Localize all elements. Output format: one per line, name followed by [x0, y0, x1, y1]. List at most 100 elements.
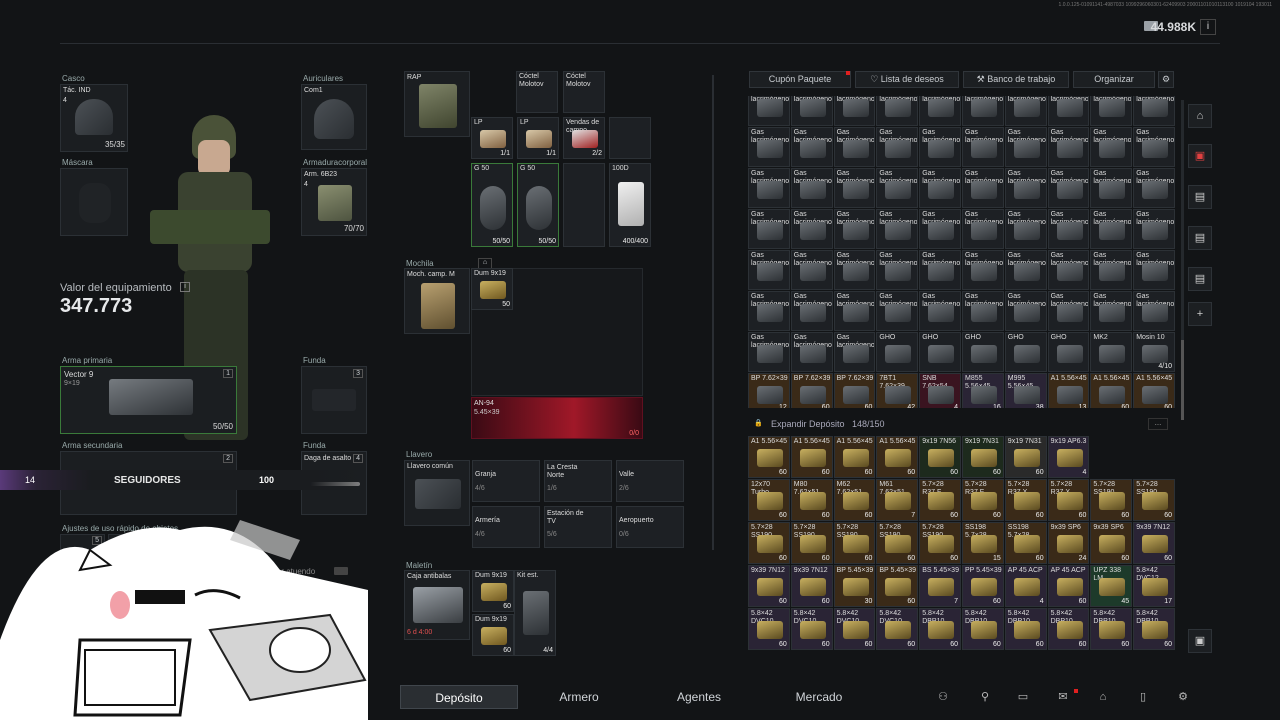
- stash-item[interactable]: Gas lacrimógeno: [1090, 250, 1133, 290]
- stash-item[interactable]: AP 45 ACP 60: [1047, 565, 1090, 607]
- stash-item[interactable]: Gas lacrimógeno: [790, 127, 833, 167]
- stash-item[interactable]: GHO: [1047, 332, 1090, 372]
- nav-agents-tab[interactable]: Agentes: [640, 685, 758, 709]
- stash-item[interactable]: 5.7×28 SS19060: [1090, 479, 1133, 521]
- rig-item-molotov-1[interactable]: Cóctel Molotov: [516, 71, 558, 113]
- stash-item[interactable]: GHO: [1004, 332, 1047, 372]
- headset-slot[interactable]: Com1: [301, 84, 367, 150]
- stash-item[interactable]: A1 5.56×45 13: [1047, 373, 1090, 408]
- helmet-slot[interactable]: Tác. IND 4 35/35: [60, 84, 128, 152]
- stash-item[interactable]: Gas lacrimógeno: [962, 291, 1004, 331]
- stash-item[interactable]: GHO: [876, 332, 919, 372]
- rig-item-lp-1[interactable]: LP 1/1: [471, 117, 513, 159]
- stash-item[interactable]: 5.8×42 DVC1060: [790, 608, 833, 650]
- rig-slot[interactable]: RAP: [404, 71, 470, 137]
- stash-item[interactable]: Gas lacrimógeno: [876, 291, 919, 331]
- stash-item[interactable]: 5.8×42 DVC1060: [876, 608, 919, 650]
- side-box-button-1[interactable]: ▤: [1188, 185, 1212, 209]
- stash-item[interactable]: 9x19 AP6.3 4: [1047, 436, 1090, 478]
- side-bottom-button[interactable]: ▣: [1188, 629, 1212, 653]
- side-stash-button[interactable]: ▣: [1188, 144, 1212, 168]
- stash-item[interactable]: Gas lacrimógeno: [1090, 291, 1133, 331]
- stash-item[interactable]: M995 5.56×4538: [1004, 373, 1047, 408]
- key-slot-valle[interactable]: Valle 2/6: [616, 460, 684, 502]
- stash-item[interactable]: Gas lacrimógeno: [833, 168, 876, 208]
- stash-item[interactable]: 5.7×28 SS19060: [919, 522, 961, 564]
- stash-item[interactable]: Gas lacrimógeno: [1047, 291, 1090, 331]
- stash-item[interactable]: Gas lacrimógeno: [919, 96, 961, 126]
- key-slot-armeria[interactable]: Armería 4/6: [472, 506, 540, 548]
- shop-icon[interactable]: ⌂: [1096, 690, 1110, 704]
- primary-weapon-slot[interactable]: Vector 9 9×19 1 50/50: [60, 366, 237, 434]
- expand-more-button[interactable]: ...: [1148, 418, 1168, 430]
- stash-item[interactable]: Gas lacrimógeno: [1047, 250, 1090, 290]
- stash-item[interactable]: Gas lacrimógeno: [1047, 96, 1090, 126]
- stash-item[interactable]: Gas lacrimógeno: [833, 209, 876, 249]
- stash-item[interactable]: BP 5.45×39 60: [876, 565, 919, 607]
- stash-item[interactable]: Gas lacrimógeno: [1133, 291, 1175, 331]
- stash-item[interactable]: 5.8×42 DBP1060: [1004, 608, 1047, 650]
- side-box-button-3[interactable]: ▤: [1188, 267, 1212, 291]
- holster1-slot[interactable]: 3: [301, 366, 367, 434]
- side-add-button[interactable]: +: [1188, 302, 1212, 326]
- stash-item[interactable]: Gas lacrimógeno: [1090, 127, 1133, 167]
- mail-icon[interactable]: ✉: [1056, 690, 1070, 704]
- backpack-slot[interactable]: Moch. camp. M: [404, 268, 470, 334]
- stash-item[interactable]: Gas lacrimógeno: [919, 209, 961, 249]
- stash-item[interactable]: Gas lacrimógeno: [919, 291, 961, 331]
- side-home-button[interactable]: ⌂: [1188, 104, 1212, 128]
- mask-slot[interactable]: [60, 168, 128, 236]
- squad-icon[interactable]: ⚇: [936, 690, 950, 704]
- stash-item[interactable]: Gas lacrimógeno: [1133, 209, 1175, 249]
- stash-item[interactable]: Gas lacrimógeno: [1004, 209, 1047, 249]
- stash-item[interactable]: Gas lacrimógeno: [833, 127, 876, 167]
- stash-item[interactable]: Gas lacrimógeno: [1090, 168, 1133, 208]
- rig-item-bandage[interactable]: Vendas de campo2/2: [563, 117, 605, 159]
- stash-item[interactable]: 5.8×42 DBP1060: [1047, 608, 1090, 650]
- stash-item[interactable]: 9x19 7N56 60: [919, 436, 961, 478]
- stash-item[interactable]: Gas lacrimógeno: [1090, 96, 1133, 126]
- stash-item[interactable]: Gas lacrimógeno: [1047, 127, 1090, 167]
- case-slot[interactable]: Caja antibalas 6 d 4:00: [404, 570, 470, 640]
- document-icon[interactable]: ▯: [1136, 690, 1150, 704]
- stash-item[interactable]: 5.7×28 R37.X60: [1004, 479, 1047, 521]
- stash-item[interactable]: 9x19 7N31 60: [1004, 436, 1047, 478]
- stash-item[interactable]: 5.7×28 SS19060: [748, 522, 790, 564]
- stash-item[interactable]: 7BT1 7.62×3942: [876, 373, 919, 408]
- key-slot-granja[interactable]: Granja 4/6: [472, 460, 540, 502]
- stash-item[interactable]: Gas lacrimógeno: [1004, 250, 1047, 290]
- stash-item[interactable]: A1 5.56×45 60: [748, 436, 790, 478]
- stash-item[interactable]: Gas lacrimógeno: [962, 168, 1004, 208]
- stash-item[interactable]: Gas lacrimógeno: [919, 168, 961, 208]
- stash-item[interactable]: BP 7.62×39 60: [833, 373, 876, 408]
- stash-item[interactable]: 5.8×42 DBP1060: [962, 608, 1004, 650]
- stash-item[interactable]: SNB 7.62×544: [919, 373, 961, 408]
- rig-item-g50-2[interactable]: G 50 50/50: [517, 163, 559, 247]
- stash-item[interactable]: BP 5.45×39 30: [833, 565, 876, 607]
- settings-gear-icon[interactable]: ⚙: [1176, 690, 1190, 704]
- stash-item[interactable]: Gas lacrimógeno: [1047, 209, 1090, 249]
- stash-item[interactable]: 9x19 7N31 60: [962, 436, 1004, 478]
- case-item-dum-1[interactable]: Dum 9x19 60: [472, 570, 514, 612]
- stash-item[interactable]: 9x39 SP6 60: [1090, 522, 1133, 564]
- stash-item[interactable]: Gas lacrimógeno: [833, 332, 876, 372]
- stash-item[interactable]: SS198 5.7×2815: [962, 522, 1004, 564]
- stash-item[interactable]: Gas lacrimógeno: [1004, 291, 1047, 331]
- stash-item[interactable]: Gas lacrimógeno: [748, 332, 790, 372]
- stash-item[interactable]: 9x39 SP6 24: [1047, 522, 1090, 564]
- stash-item[interactable]: GHO: [919, 332, 961, 372]
- stash-item[interactable]: 5.8×42 DBP1060: [919, 608, 961, 650]
- stash-item[interactable]: 9x39 7N12 60: [790, 565, 833, 607]
- stash-item[interactable]: Gas lacrimógeno: [833, 96, 876, 126]
- stash-item[interactable]: 5.8×42 DVC1060: [833, 608, 876, 650]
- armor-slot[interactable]: Arm. 6B23 4 70/70: [301, 168, 367, 236]
- stash-item[interactable]: 5.8×42 DBP1060: [1090, 608, 1133, 650]
- stash-item[interactable]: BP 7.62×39 12: [748, 373, 790, 408]
- stash-item[interactable]: Gas lacrimógeno: [790, 168, 833, 208]
- stash-item[interactable]: MK2: [1090, 332, 1133, 372]
- stash-item[interactable]: Gas lacrimógeno: [876, 96, 919, 126]
- stash-item[interactable]: Gas lacrimógeno: [1090, 209, 1133, 249]
- friends-icon[interactable]: ⚲: [978, 690, 992, 704]
- stash-item[interactable]: Gas lacrimógeno: [876, 168, 919, 208]
- stash-item[interactable]: 9x39 7N12 60: [748, 565, 790, 607]
